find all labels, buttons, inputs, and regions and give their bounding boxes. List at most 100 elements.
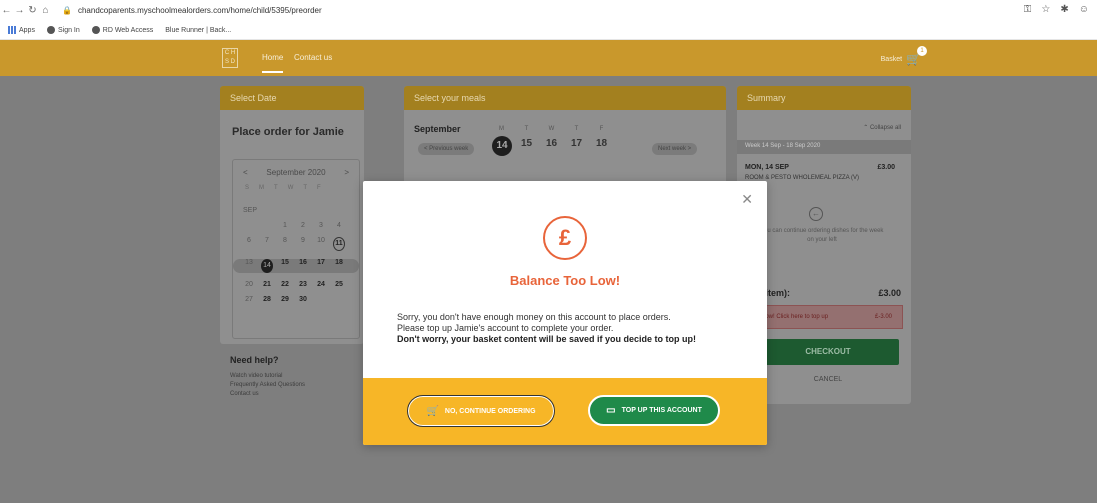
day-column[interactable]: T 15	[519, 126, 534, 156]
balance-too-low-modal: ✕ £ Balance Too Low! Sorry, you don't ha…	[363, 181, 767, 445]
browser-address-bar: ← → ↻ ⌂ 🔒 chandcoparents.myschoolmealord…	[0, 0, 1097, 21]
modal-footer: 🛒 NO, CONTINUE ORDERING ▭ TOP UP THIS AC…	[363, 378, 767, 445]
select-meals-header: Select your meals	[404, 86, 726, 110]
basket-button[interactable]: Basket 🛒 1	[881, 46, 927, 66]
close-icon[interactable]: ✕	[741, 191, 753, 208]
video-tutorial-link[interactable]: Watch video tutorial	[230, 373, 305, 379]
nav-contact-us[interactable]: Contact us	[294, 53, 332, 62]
meal-day: MON, 14 SEP	[745, 164, 789, 171]
modal-title: Balance Too Low!	[509, 273, 621, 288]
calendar-week-row: 1 2 3 4	[233, 222, 359, 229]
continue-ordering-button[interactable]: 🛒 NO, CONTINUE ORDERING	[407, 395, 555, 427]
star-icon[interactable]: ☆	[1041, 4, 1050, 15]
school-logo[interactable]: C H S D	[222, 48, 238, 68]
calendar-month: September 2020	[266, 168, 326, 177]
calendar-day[interactable]: 9	[297, 237, 309, 251]
calendar-day[interactable]: 18	[333, 259, 345, 273]
top-up-account-button[interactable]: ▭ TOP UP THIS ACCOUNT	[588, 395, 720, 426]
day-column[interactable]: T 17	[569, 126, 584, 156]
calendar-day[interactable]: 1	[279, 222, 291, 229]
calendar-day[interactable]: 4	[333, 222, 345, 229]
select-date-header: Select Date	[220, 86, 364, 110]
modal-message: Sorry, you don't have enough money on th…	[397, 312, 697, 344]
calendar: < September 2020 > S M T W T F SEP 1 2 3…	[232, 159, 360, 339]
calendar-day[interactable]: 7	[261, 237, 273, 251]
meals-month: September	[414, 124, 461, 134]
apps-grid-icon	[8, 26, 16, 34]
calendar-week-row-selected: 13 14 15 16 17 18	[233, 259, 359, 273]
summary-header: Summary	[737, 86, 911, 110]
nav-home[interactable]: Home	[262, 53, 284, 73]
calendar-day[interactable]: 23	[297, 281, 309, 288]
next-week-button[interactable]: Next week >	[652, 143, 698, 155]
pound-icon: £	[543, 216, 587, 260]
calendar-day[interactable]: 10	[315, 237, 327, 251]
cart-icon: 🛒	[426, 405, 439, 417]
summary-week-bar[interactable]: Week 14 Sep - 18 Sep 2020	[737, 140, 911, 154]
calendar-week-row: 6 7 8 9 10 11	[233, 237, 359, 251]
total-value: £3.00	[878, 288, 901, 298]
day-column[interactable]: F 18	[594, 126, 609, 156]
calendar-day[interactable]: 29	[279, 296, 291, 303]
profile-icon[interactable]: ☺	[1079, 4, 1089, 15]
url-text[interactable]: chandcoparents.myschoolmealorders.com/ho…	[78, 6, 322, 15]
calendar-day-selected[interactable]: 14	[261, 259, 273, 273]
bookmark-apps[interactable]: Apps	[8, 26, 35, 34]
calendar-prev-icon[interactable]: <	[243, 168, 248, 177]
back-arrow-icon[interactable]: ←	[0, 5, 13, 16]
calendar-day[interactable]: 25	[333, 281, 345, 288]
calendar-day[interactable]: 6	[243, 237, 255, 251]
calendar-day[interactable]: 13	[243, 259, 255, 273]
calendar-day[interactable]: 16	[297, 259, 309, 273]
basket-count-badge: 1	[917, 46, 927, 56]
bookmark-sign-in[interactable]: Sign In	[46, 26, 80, 34]
extension-icon[interactable]: ✱	[1060, 4, 1068, 15]
calendar-day-today[interactable]: 11	[333, 237, 345, 251]
previous-week-button[interactable]: < Previous week	[418, 143, 475, 155]
place-order-title: Place order for Jamie	[232, 126, 344, 138]
calendar-weekdays: S M T W T F	[245, 185, 321, 191]
calendar-day[interactable]: 22	[279, 281, 291, 288]
calendar-day[interactable]: 24	[315, 281, 327, 288]
help-title: Need help?	[230, 355, 279, 365]
checkout-button[interactable]: CHECKOUT	[757, 339, 899, 365]
collapse-all-button[interactable]: ⌃ Collapse all	[863, 124, 901, 131]
total-row: al (1 item): £3.00	[745, 288, 901, 298]
calendar-day[interactable]: 3	[315, 222, 327, 229]
cancel-button[interactable]: CANCEL	[757, 376, 899, 383]
calendar-next-icon[interactable]: >	[344, 168, 349, 177]
calendar-day[interactable]: 8	[279, 237, 291, 251]
day-column[interactable]: M 14	[492, 126, 512, 156]
lock-icon: 🔒	[62, 6, 72, 15]
calendar-week-row: 20 21 22 23 24 25	[233, 281, 359, 288]
balance-low-alert[interactable]: ce low! Click here to top up £-3.00	[745, 305, 903, 329]
wallet-icon: ▭	[606, 405, 616, 416]
help-section: Need help? Watch video tutorial Frequent…	[230, 355, 305, 400]
calendar-day[interactable]: 20	[243, 281, 255, 288]
calendar-day[interactable]: 30	[297, 296, 309, 303]
contact-us-link[interactable]: Contact us	[230, 391, 305, 397]
bookmark-rd-web-access[interactable]: RD Web Access	[91, 26, 153, 34]
meal-price: £3.00	[877, 164, 895, 171]
bookmarks-bar: Apps Sign In RD Web Access Blue Runner |…	[0, 21, 1097, 40]
key-icon[interactable]: ⚿	[1024, 4, 1032, 15]
selected-day: 14	[492, 136, 512, 156]
reload-icon[interactable]: ↻	[26, 5, 39, 16]
bookmark-blue-runner[interactable]: Blue Runner | Back...	[165, 27, 231, 34]
faq-link[interactable]: Frequently Asked Questions	[230, 382, 305, 388]
calendar-day[interactable]: 2	[297, 222, 309, 229]
calendar-day[interactable]: 28	[261, 296, 273, 303]
select-meals-panel: Select your meals September < Previous w…	[404, 86, 726, 186]
calendar-week-row: 27 28 29 30	[233, 296, 359, 303]
calendar-day[interactable]: 17	[315, 259, 327, 273]
day-column[interactable]: W 16	[544, 126, 559, 156]
app-header: C H S D Home Contact us Basket 🛒 1	[0, 40, 1097, 76]
globe-icon	[46, 26, 55, 34]
calendar-day[interactable]: 21	[261, 281, 273, 288]
forward-arrow-icon[interactable]: →	[13, 5, 26, 16]
calendar-day[interactable]: 15	[279, 259, 291, 273]
week-days: M 14 T 15 W 16 T 17 F 18	[492, 126, 609, 156]
home-icon[interactable]: ⌂	[39, 5, 52, 16]
calendar-section-label: SEP	[243, 207, 258, 214]
calendar-day[interactable]: 27	[243, 296, 255, 303]
